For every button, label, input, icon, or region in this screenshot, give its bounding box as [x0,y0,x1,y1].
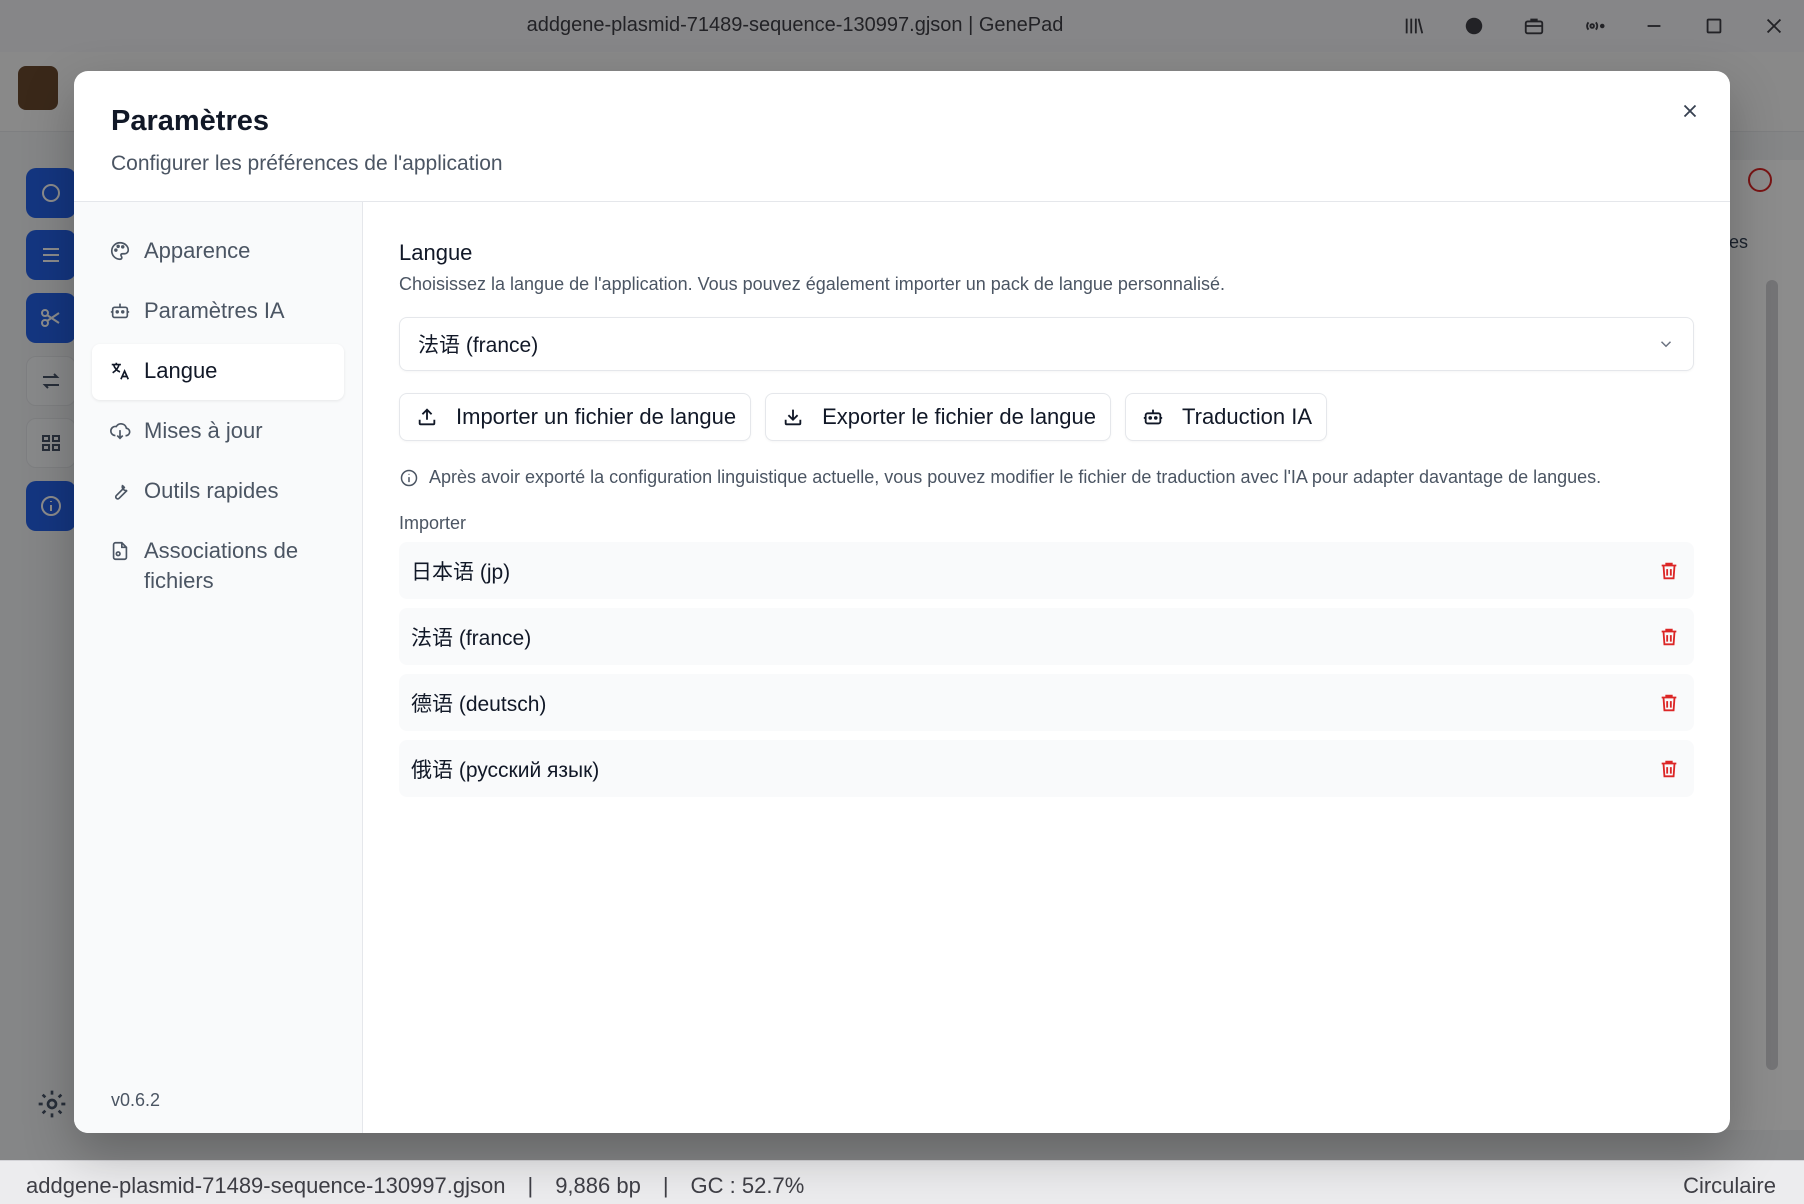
language-settings-panel: Langue Choisissez la langue de l'applica… [363,202,1730,1133]
nav-item-label: Apparence [144,238,251,263]
nav-item-label: Outils rapides [144,478,279,503]
language-name: 德语 (deutsch) [411,692,547,716]
modal-subtitle: Configurer les préférences de l'applicat… [111,152,503,175]
trash-icon [1661,562,1677,579]
trash-icon [1661,760,1677,777]
status-file: addgene-plasmid-71489-sequence-130997.gj… [26,1173,506,1198]
modal-body: Apparence Paramètres IA Langue Mises à j… [74,202,1730,1133]
trash-icon [1661,628,1677,645]
imported-languages-label: Importer [399,513,467,533]
status-gc: GC : 52.7% [690,1173,805,1198]
modal-title: Paramètres [111,105,269,137]
imported-languages-list: 日本语 (jp) 法语 (france) 德语 (deutsch) 俄语 (ру… [399,542,1694,797]
language-name: 日本语 (jp) [411,560,511,584]
upload-icon [418,408,436,426]
status-separator: | [662,1173,669,1198]
settings-modal: Paramètres Configurer les préférences de… [74,71,1730,1133]
list-item: 法语 (france) [399,608,1694,665]
modal-header: Paramètres Configurer les préférences de… [74,71,1730,202]
export-info-note: Après avoir exporté la configuration lin… [399,465,1694,489]
info-icon [400,469,418,487]
palette-icon [108,236,132,266]
list-item: 日本语 (jp) [399,542,1694,599]
nav-item-appearance[interactable]: Apparence [92,224,344,280]
import-language-button[interactable]: Importer un fichier de langue [399,393,752,441]
status-topology: Circulaire [1683,1173,1776,1198]
bot-icon [108,296,132,326]
status-bar: addgene-plasmid-71489-sequence-130997.gj… [0,1160,1804,1204]
button-label: Traduction IA [1182,404,1313,429]
language-select[interactable]: 法语 (france) [399,317,1694,371]
bot-icon [1143,409,1163,425]
trash-icon [1661,694,1677,711]
language-select-value: 法语 (france) [418,334,539,357]
settings-nav: Apparence Paramètres IA Langue Mises à j… [74,202,363,1133]
list-item: 德语 (deutsch) [399,674,1694,731]
status-separator: | [527,1173,534,1198]
language-actions: Importer un fichier de langue Exporter l… [399,393,1694,441]
download-icon [784,409,802,426]
nav-item-updates[interactable]: Mises à jour [92,404,344,460]
app-version: v0.6.2 [111,1090,161,1110]
nav-item-label: Mises à jour [144,418,263,443]
nav-item-label: Associations de fichiers [144,538,299,593]
modal-close-button[interactable] [1672,93,1708,129]
file-link-icon [108,536,132,566]
list-item: 俄语 (русский язык) [399,740,1694,797]
chevron-down-icon [1660,341,1672,348]
info-text: Après avoir exporté la configuration lin… [429,467,1602,487]
section-title: Langue [399,240,473,265]
section-description: Choisissez la langue de l'application. V… [399,274,1225,294]
wrench-icon [108,476,132,506]
language-name: 法语 (france) [411,626,532,650]
delete-language-button[interactable] [1656,558,1682,584]
close-icon [1683,104,1697,118]
export-language-button[interactable]: Exporter le fichier de langue [765,393,1111,441]
delete-language-button[interactable] [1656,624,1682,650]
nav-item-quick-tools[interactable]: Outils rapides [92,464,344,520]
delete-language-button[interactable] [1656,690,1682,716]
ai-translate-button[interactable]: Traduction IA [1125,393,1328,441]
nav-item-label: Paramètres IA [144,298,285,323]
nav-item-file-associations[interactable]: Associations de fichiers [92,524,344,608]
delete-language-button[interactable] [1656,756,1682,782]
button-label: Importer un fichier de langue [456,404,737,429]
status-length: 9,886 bp [555,1173,641,1198]
button-label: Exporter le fichier de langue [822,404,1096,429]
translate-icon [108,356,132,386]
cloud-download-icon [108,416,132,446]
language-name: 俄语 (русский язык) [411,758,600,782]
nav-item-language[interactable]: Langue [92,344,344,400]
nav-item-label: Langue [144,358,218,383]
nav-item-ai-settings[interactable]: Paramètres IA [92,284,344,340]
